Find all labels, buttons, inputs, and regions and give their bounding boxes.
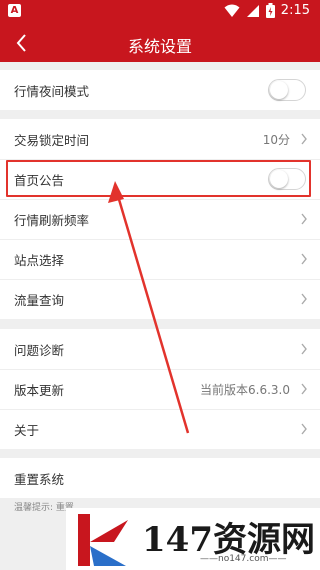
annotation-arrow [108, 181, 190, 434]
watermark: 147资源网 ——no147.com—— [66, 508, 320, 570]
watermark-logo-icon [78, 514, 128, 566]
watermark-url: ——no147.com—— [200, 554, 287, 564]
